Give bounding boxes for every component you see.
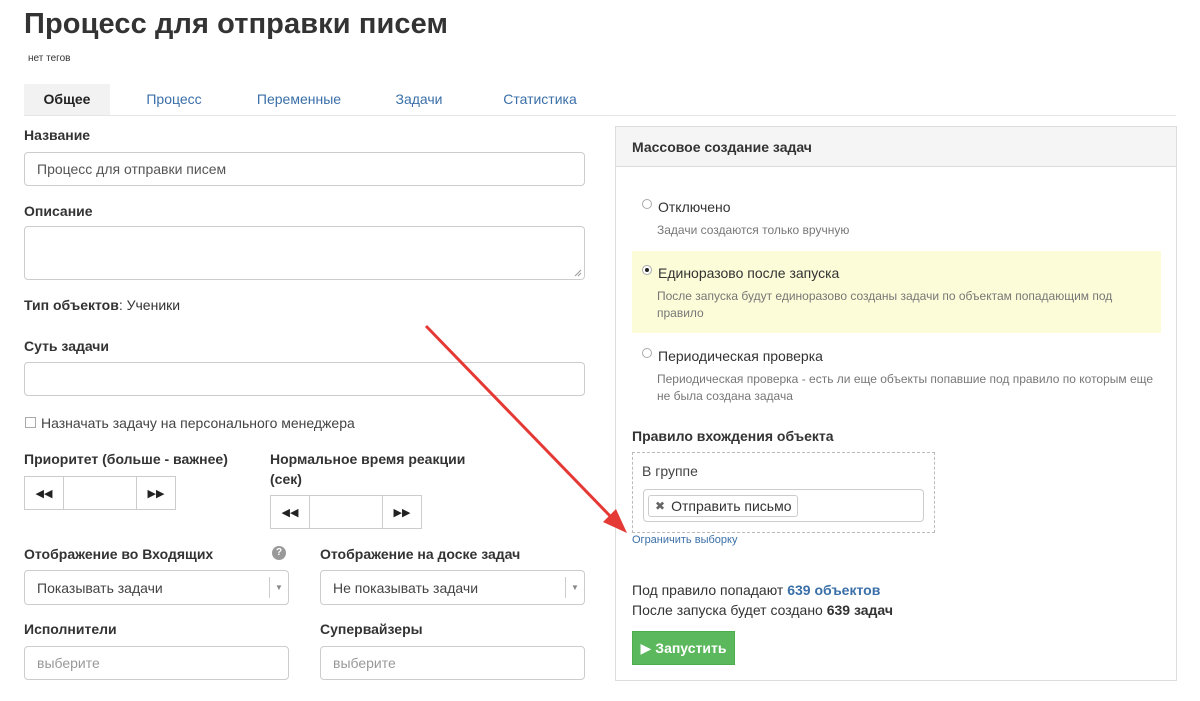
tab-general[interactable]: Общее bbox=[24, 84, 110, 115]
reaction-label-line2: (сек) bbox=[270, 471, 302, 487]
priority-value[interactable] bbox=[63, 477, 137, 509]
tab-statistics[interactable]: Статистика bbox=[490, 84, 590, 115]
executors-input[interactable]: выберите bbox=[24, 646, 289, 680]
name-input-value: Процесс для отправки писем bbox=[37, 161, 227, 177]
help-icon[interactable]: ? bbox=[272, 546, 286, 560]
tab-variables[interactable]: Переменные bbox=[244, 84, 354, 115]
option-disabled-title[interactable]: Отключено bbox=[658, 199, 731, 215]
supervisors-placeholder: выберите bbox=[333, 655, 396, 671]
description-label: Описание bbox=[24, 203, 93, 219]
tab-tasks[interactable]: Задачи bbox=[384, 84, 454, 115]
radio-periodic[interactable] bbox=[642, 348, 652, 358]
reaction-stepper[interactable]: ◀◀ ▶▶ bbox=[270, 495, 422, 529]
description-textarea[interactable] bbox=[24, 226, 585, 280]
radio-disabled[interactable] bbox=[642, 199, 652, 209]
reaction-value[interactable] bbox=[309, 496, 383, 528]
run-button-label: Запустить bbox=[655, 640, 727, 656]
group-select[interactable]: ✖ Отправить письмо bbox=[643, 489, 924, 522]
page-title: Процесс для отправки писем bbox=[24, 8, 449, 40]
name-input[interactable]: Процесс для отправки писем bbox=[24, 152, 585, 186]
summary-objects: Под правило попадают 639 объектов bbox=[632, 582, 880, 598]
arrow-shaft bbox=[424, 324, 614, 520]
play-icon: ▶ bbox=[640, 639, 652, 656]
option-periodic-desc1: Периодическая проверка - есть ли еще объ… bbox=[657, 372, 1154, 386]
resize-handle-icon[interactable] bbox=[574, 269, 582, 277]
inbox-display-value: Показывать задачи bbox=[37, 579, 163, 596]
chevron-down-icon[interactable]: ▼ bbox=[565, 577, 584, 598]
reaction-label-line1: Нормальное время реакции bbox=[270, 451, 466, 467]
radio-once[interactable] bbox=[642, 265, 652, 275]
option-once-title[interactable]: Единоразово после запуска bbox=[658, 265, 839, 281]
object-type-value: : Ученики bbox=[118, 297, 181, 313]
option-disabled-desc: Задачи создаются только вручную bbox=[657, 223, 850, 237]
fast-forward-icon[interactable]: ▶▶ bbox=[383, 496, 421, 528]
priority-label: Приоритет (больше - важнее) bbox=[24, 451, 228, 467]
summary-tasks: После запуска будет создано 639 задач bbox=[632, 602, 893, 618]
mass-creation-header: Массовое создание задач bbox=[616, 127, 1176, 167]
assign-manager-label[interactable]: Назначать задачу на персонального менедж… bbox=[41, 415, 355, 431]
remove-icon[interactable]: ✖ bbox=[655, 499, 665, 513]
run-button[interactable]: ▶ Запустить bbox=[632, 631, 735, 665]
tab-bar: Общее Процесс Переменные Задачи Статисти… bbox=[24, 84, 1176, 116]
option-periodic-desc2: не была создана задача bbox=[657, 389, 793, 403]
board-display-label: Отображение на доске задач bbox=[320, 546, 521, 562]
supervisors-label: Супервайзеры bbox=[320, 621, 423, 637]
chevron-down-icon[interactable]: ▼ bbox=[269, 577, 288, 598]
inbox-display-label: Отображение во Входящих bbox=[24, 546, 214, 562]
rule-label: Правило вхождения объекта bbox=[632, 428, 834, 444]
fast-backward-icon[interactable]: ◀◀ bbox=[25, 477, 63, 509]
summary-objects-prefix: Под правило попадают bbox=[632, 582, 788, 598]
task-essence-input[interactable] bbox=[24, 362, 585, 396]
name-label: Название bbox=[24, 127, 91, 143]
supervisors-input[interactable]: выберите bbox=[320, 646, 585, 680]
assign-manager-checkbox[interactable] bbox=[25, 417, 36, 428]
option-once-desc2: правило bbox=[657, 306, 704, 320]
executors-label: Исполнители bbox=[24, 621, 117, 637]
fast-backward-icon[interactable]: ◀◀ bbox=[271, 496, 309, 528]
option-once-desc1: После запуска будут единоразово созданы … bbox=[657, 289, 1113, 303]
tab-process[interactable]: Процесс bbox=[134, 84, 214, 115]
tasks-count: 639 задач bbox=[826, 602, 893, 618]
group-chip[interactable]: ✖ Отправить письмо bbox=[648, 495, 799, 517]
objects-count-link[interactable]: 639 объектов bbox=[787, 582, 880, 598]
task-essence-label: Суть задачи bbox=[24, 338, 110, 354]
inbox-display-select[interactable]: Показывать задачи ▼ bbox=[24, 570, 289, 605]
limit-selection-link[interactable]: Ограничить выборку bbox=[632, 534, 737, 546]
priority-stepper[interactable]: ◀◀ ▶▶ bbox=[24, 476, 176, 510]
option-periodic-title[interactable]: Периодическая проверка bbox=[658, 348, 823, 364]
summary-tasks-prefix: После запуска будет создано bbox=[632, 602, 827, 618]
board-display-value: Не показывать задачи bbox=[333, 579, 479, 596]
object-type-label: Тип объектов bbox=[24, 297, 119, 313]
fast-forward-icon[interactable]: ▶▶ bbox=[137, 477, 175, 509]
object-type: Тип объектов: Ученики bbox=[24, 297, 180, 313]
executors-placeholder: выберите bbox=[37, 655, 100, 671]
group-chip-label: Отправить письмо bbox=[671, 498, 792, 514]
board-display-select[interactable]: Не показывать задачи ▼ bbox=[320, 570, 585, 605]
tags-label[interactable]: нет тегов bbox=[28, 53, 70, 64]
group-label: В группе bbox=[642, 463, 698, 479]
